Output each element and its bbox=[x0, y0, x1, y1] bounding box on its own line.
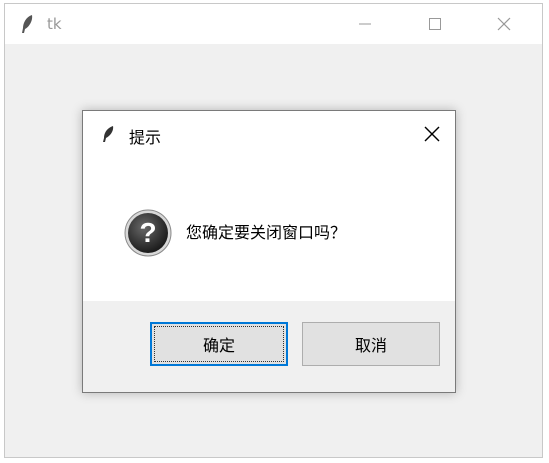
dialog-message: 您确定要关闭窗口吗？ bbox=[186, 223, 347, 242]
dialog-title: 提示 bbox=[129, 128, 162, 147]
dialog-footer: 确定 取消 bbox=[83, 301, 455, 392]
tk-feather-icon bbox=[22, 15, 33, 33]
minimize-button[interactable] bbox=[330, 4, 400, 44]
window-close-button[interactable] bbox=[469, 4, 539, 44]
ok-button[interactable]: 确定 bbox=[150, 322, 288, 366]
maximize-button[interactable] bbox=[400, 4, 470, 44]
close-icon bbox=[424, 126, 440, 142]
window-title: tk bbox=[47, 15, 62, 33]
dialog-close-button[interactable] bbox=[419, 121, 445, 147]
dialog-titlebar[interactable]: 提示 bbox=[83, 111, 455, 157]
dialog-body: ? 您确定要关闭窗口吗？ bbox=[83, 157, 455, 301]
minimize-icon bbox=[359, 23, 371, 25]
maximize-icon bbox=[429, 18, 441, 30]
tk-feather-icon bbox=[103, 126, 114, 142]
svg-text:?: ? bbox=[139, 217, 156, 248]
message-dialog: 提示 ? 您确定要关闭窗口吗？ 确定 取消 bbox=[82, 110, 456, 393]
main-titlebar[interactable]: tk bbox=[5, 4, 542, 44]
cancel-button[interactable]: 取消 bbox=[302, 322, 440, 366]
question-icon: ? bbox=[124, 209, 172, 257]
close-icon bbox=[497, 17, 511, 31]
